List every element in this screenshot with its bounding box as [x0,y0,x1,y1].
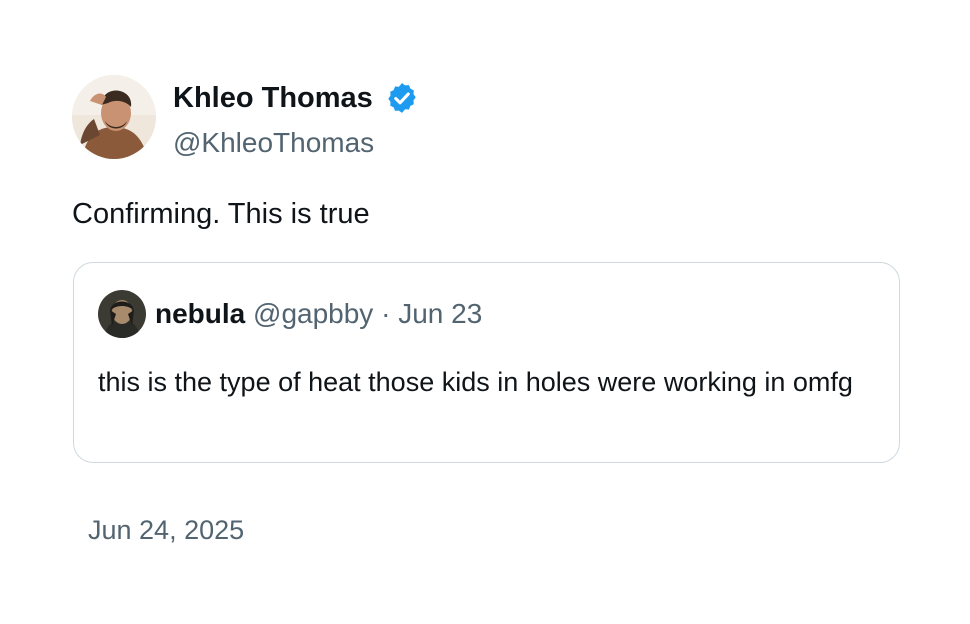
avatar-photo-icon [72,75,156,159]
quoted-author-handle[interactable]: @gapbby [253,298,373,329]
quoted-author-name[interactable]: nebula [155,298,245,329]
quoted-tweet-text: this is the type of heat those kids in h… [98,367,853,397]
tweet-timestamp[interactable]: Jun 24, 2025 [88,512,244,548]
quoted-tweet-header: nebula @gapbby · Jun 23 [155,296,482,332]
quoted-author-avatar[interactable] [98,290,146,338]
author-avatar[interactable] [72,75,156,159]
verified-badge-icon [385,81,419,115]
author-handle[interactable]: @KhleoThomas [173,125,374,161]
author-name-row: Khleo Thomas [173,80,419,116]
avatar-photo-icon [98,290,146,338]
author-name[interactable]: Khleo Thomas [173,80,373,116]
quoted-tweet-date[interactable]: Jun 23 [398,298,482,329]
meta-separator: · [381,298,391,329]
tweet-text: Confirming. This is true [72,198,370,230]
quoted-tweet-card[interactable]: nebula @gapbby · Jun 23 this is the type… [73,262,900,463]
